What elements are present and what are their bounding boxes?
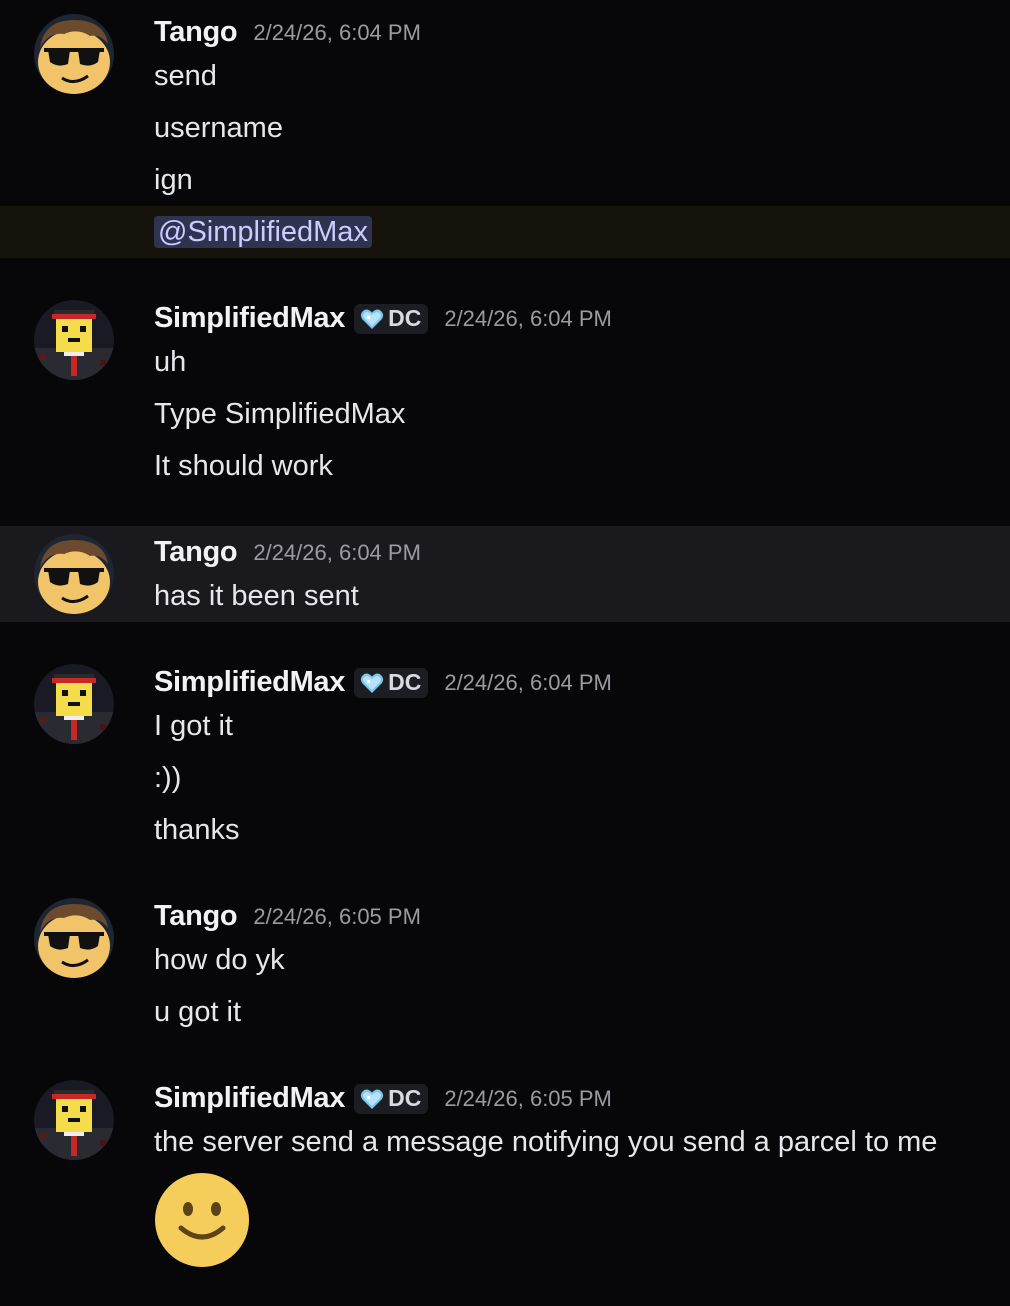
message-line: It should work xyxy=(154,450,333,482)
message-line: ign xyxy=(154,164,193,196)
author-name[interactable]: SimplifiedMax xyxy=(154,302,345,335)
message-line: Type SimplifiedMax xyxy=(154,398,406,430)
blocky-avatar-icon[interactable] xyxy=(34,664,114,744)
slightly-smiling-face-icon[interactable] xyxy=(154,1172,250,1268)
server-tag-label: DC xyxy=(388,1085,422,1111)
sunglasses-avatar-icon[interactable] xyxy=(34,534,114,614)
message-header: SimplifiedMax DC 2/24/26, 6:05 PM xyxy=(154,1082,612,1115)
message-line: uh xyxy=(154,346,187,378)
server-tag-label: DC xyxy=(388,305,422,331)
message-header: Tango 2/24/26, 6:04 PM xyxy=(154,536,421,569)
message-line: I got it xyxy=(154,710,233,742)
message-header: SimplifiedMax DC 2/24/26, 6:04 PM xyxy=(154,666,612,699)
heart-icon xyxy=(360,672,384,694)
blocky-avatar-icon[interactable] xyxy=(34,300,114,380)
server-tag-badge[interactable]: DC xyxy=(354,303,429,334)
timestamp[interactable]: 2/24/26, 6:04 PM xyxy=(253,20,421,46)
server-tag-badge[interactable]: DC xyxy=(354,667,429,698)
author-name[interactable]: Tango xyxy=(154,536,238,569)
server-tag-label: DC xyxy=(388,669,422,695)
server-tag-badge[interactable]: DC xyxy=(354,1083,429,1114)
message-line: u got it xyxy=(154,996,242,1028)
heart-icon xyxy=(360,308,384,330)
message-line: the server send a message notifying you … xyxy=(154,1126,938,1158)
message-line: send xyxy=(154,60,217,92)
timestamp[interactable]: 2/24/26, 6:04 PM xyxy=(444,306,612,332)
author-name[interactable]: SimplifiedMax xyxy=(154,666,345,699)
message-line: username xyxy=(154,112,283,144)
message-line: :)) xyxy=(154,762,182,794)
message-line: has it been sent xyxy=(154,580,359,612)
timestamp[interactable]: 2/24/26, 6:04 PM xyxy=(444,670,612,696)
blocky-avatar-icon[interactable] xyxy=(34,1080,114,1160)
sunglasses-avatar-icon[interactable] xyxy=(34,14,114,94)
sunglasses-avatar-icon[interactable] xyxy=(34,898,114,978)
heart-icon xyxy=(360,1088,384,1110)
mention-highlight-row: @SimplifiedMax xyxy=(0,206,1010,258)
timestamp[interactable]: 2/24/26, 6:04 PM xyxy=(253,540,421,566)
message-group-3: Tango 2/24/26, 6:04 PM has it been sent xyxy=(0,526,1010,622)
message-line: @SimplifiedMax xyxy=(154,214,372,250)
message-line: thanks xyxy=(154,814,240,846)
message-header: Tango 2/24/26, 6:05 PM xyxy=(154,900,421,933)
author-name[interactable]: SimplifiedMax xyxy=(154,1082,345,1115)
user-mention[interactable]: @SimplifiedMax xyxy=(154,216,372,248)
message-line: how do yk xyxy=(154,944,285,976)
timestamp[interactable]: 2/24/26, 6:05 PM xyxy=(253,904,421,930)
message-header: SimplifiedMax DC 2/24/26, 6:04 PM xyxy=(154,302,612,335)
author-name[interactable]: Tango xyxy=(154,16,238,49)
timestamp[interactable]: 2/24/26, 6:05 PM xyxy=(444,1086,612,1112)
author-name[interactable]: Tango xyxy=(154,900,238,933)
message-header: Tango 2/24/26, 6:04 PM xyxy=(154,16,421,49)
